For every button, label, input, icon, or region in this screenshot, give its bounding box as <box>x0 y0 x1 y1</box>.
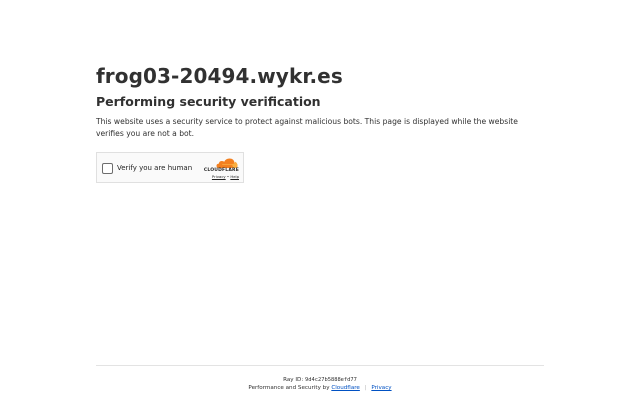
page-description: This website uses a security service to … <box>96 117 518 138</box>
performance-line: Performance and Security by Cloudflare |… <box>96 384 544 392</box>
site-hostname: frog03-20494.wykr.es <box>96 64 343 88</box>
widget-privacy-link[interactable]: Privacy <box>212 174 226 179</box>
turnstile-widget: Verify you are human CLOUDFLARE Privacy … <box>96 152 244 183</box>
widget-links: Privacy • Help <box>212 174 239 179</box>
verify-label[interactable]: Verify you are human <box>117 164 192 173</box>
ray-id-value: 9d4c27b5888efd77 <box>304 377 357 383</box>
cloudflare-link[interactable]: Cloudflare <box>331 385 360 391</box>
verification-page: frog03-20494.wykr.es Performing security… <box>0 0 640 400</box>
widget-help-link[interactable]: Help <box>230 174 239 179</box>
cloudflare-wordmark: CLOUDFLARE <box>203 168 239 173</box>
performance-text: Performance and Security by <box>248 385 330 391</box>
ray-id-label: Ray ID: <box>283 377 304 383</box>
page-subtitle: Performing security verification <box>96 94 321 109</box>
verify-checkbox[interactable] <box>102 163 113 174</box>
ray-id-line: Ray ID: 9d4c27b5888efd77 <box>96 376 544 384</box>
footer-separator: | <box>364 385 367 391</box>
widget-link-separator: • <box>226 174 230 179</box>
main-content: frog03-20494.wykr.es Performing security… <box>96 62 546 140</box>
footer-privacy-link[interactable]: Privacy <box>371 385 391 391</box>
footer: Ray ID: 9d4c27b5888efd77 Performance and… <box>96 365 544 392</box>
